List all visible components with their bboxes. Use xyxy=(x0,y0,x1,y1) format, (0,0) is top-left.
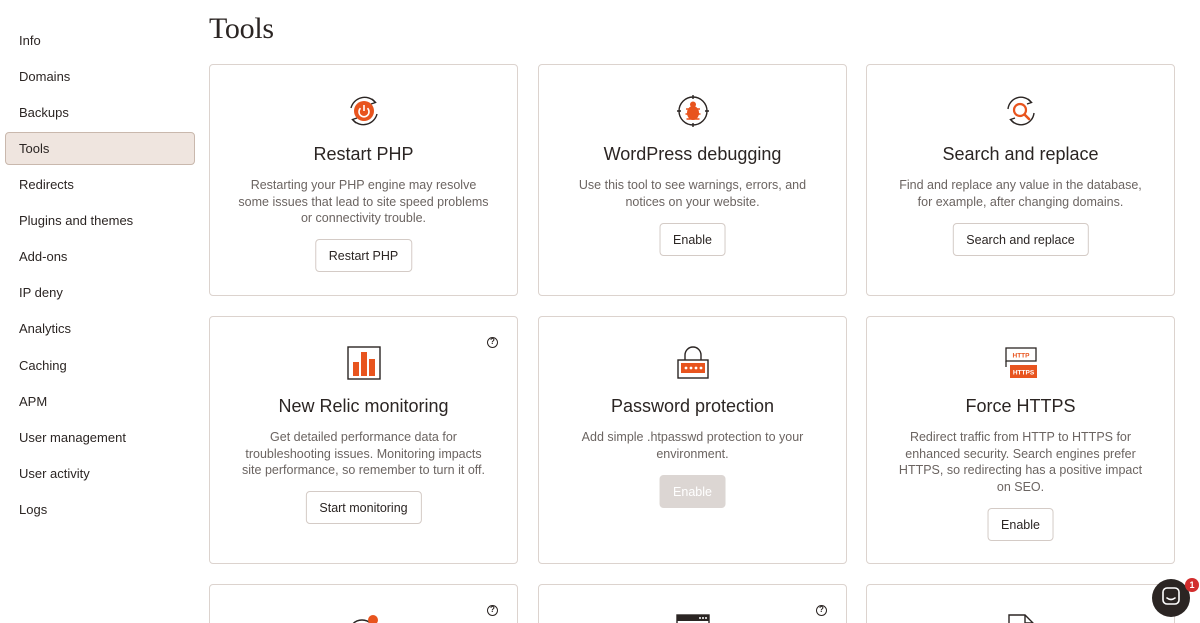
search-replace-icon xyxy=(1003,93,1039,129)
browser-window-icon xyxy=(675,613,711,623)
card-wordpress-debugging: WordPress debugging Use this tool to see… xyxy=(538,64,847,296)
card-restart-php: Restart PHP Restarting your PHP engine m… xyxy=(209,64,518,296)
card-title: Force HTTPS xyxy=(965,396,1076,416)
card-bottom-middle: ? xyxy=(538,584,847,623)
card-title: Password protection xyxy=(610,396,775,416)
enable-force-https-button[interactable]: Enable xyxy=(987,508,1054,541)
sidebar-item-label: Logs xyxy=(19,501,48,517)
sidebar-item-analytics[interactable]: Analytics xyxy=(5,312,195,344)
sidebar-item-label: APM xyxy=(19,393,48,409)
sidebar-item-domains[interactable]: Domains xyxy=(5,60,195,92)
card-title: Restart PHP xyxy=(313,144,414,164)
lock-icon xyxy=(675,345,711,381)
card-password-protection: Password protection Add simple .htpasswd… xyxy=(538,316,847,564)
sidebar-item-label: Domains xyxy=(19,68,71,84)
card-title: Search and replace xyxy=(942,144,1099,164)
notification-badge: 1 xyxy=(1185,578,1199,592)
card-force-https: HTTP HTTPS Force HTTPS Redirect traffic … xyxy=(866,316,1175,564)
sidebar-nav: Info Domains Backups Tools Redirects Plu… xyxy=(0,0,200,623)
card-description: Get detailed performance data for troubl… xyxy=(242,430,485,477)
restart-power-icon xyxy=(346,93,382,129)
sidebar-item-add-ons[interactable]: Add-ons xyxy=(5,240,195,272)
sidebar-item-redirects[interactable]: Redirects xyxy=(5,168,195,200)
card-new-relic-monitoring: ? New Relic monitoring Get detailed perf… xyxy=(209,316,518,564)
help-icon[interactable]: ? xyxy=(487,605,498,616)
chat-icon xyxy=(1161,586,1181,611)
card-title: WordPress debugging xyxy=(603,144,782,164)
sidebar-item-ip-deny[interactable]: IP deny xyxy=(5,276,195,308)
sidebar-item-label: User activity xyxy=(19,465,90,481)
https-label: HTTPS xyxy=(1012,370,1034,377)
help-icon[interactable]: ? xyxy=(816,605,827,616)
card-description: Find and replace any value in the databa… xyxy=(899,178,1142,209)
sidebar-item-info[interactable]: Info xyxy=(5,24,195,56)
card-description: Use this tool to see warnings, errors, a… xyxy=(578,178,807,209)
card-bottom-right xyxy=(866,584,1175,623)
globe-badge-icon xyxy=(346,613,382,623)
sidebar-item-label: Tools xyxy=(19,141,50,156)
sidebar-item-label: Add-ons xyxy=(19,248,68,264)
start-monitoring-button[interactable]: Start monitoring xyxy=(305,491,422,524)
http-label: HTTP xyxy=(1012,353,1030,360)
bug-icon xyxy=(675,93,711,129)
sidebar-item-label: Backups xyxy=(19,104,69,120)
page-title: Tools xyxy=(209,12,274,45)
card-bottom-left: ? xyxy=(209,584,518,623)
sidebar-item-plugins-and-themes[interactable]: Plugins and themes xyxy=(5,204,195,236)
card-description: Add simple .htpasswd protection to your … xyxy=(581,430,804,461)
card-description: Redirect traffic from HTTP to HTTPS for … xyxy=(898,430,1143,494)
sidebar-item-label: User management xyxy=(19,429,126,445)
sidebar-item-label: Analytics xyxy=(19,320,72,336)
sidebar-item-label: IP deny xyxy=(19,284,63,300)
bar-chart-icon xyxy=(346,345,382,381)
enable-password-protection-button[interactable]: Enable xyxy=(659,475,726,508)
search-and-replace-button[interactable]: Search and replace xyxy=(952,223,1089,256)
card-description: Restarting your PHP engine may resolve s… xyxy=(238,178,489,225)
sidebar-item-apm[interactable]: APM xyxy=(5,385,195,417)
sidebar-item-user-activity[interactable]: User activity xyxy=(5,457,195,489)
http-https-icon: HTTP HTTPS xyxy=(1003,345,1039,381)
sidebar-item-backups[interactable]: Backups xyxy=(5,96,195,128)
help-icon[interactable]: ? xyxy=(487,337,498,348)
sidebar-item-tools[interactable]: Tools xyxy=(5,132,195,165)
sidebar-item-logs[interactable]: Logs xyxy=(5,493,195,525)
restart-php-button[interactable]: Restart PHP xyxy=(314,239,413,272)
sidebar-item-label: Info xyxy=(19,32,41,48)
sidebar-item-caching[interactable]: Caching xyxy=(5,349,195,381)
document-icon xyxy=(1003,613,1039,623)
sidebar-item-label: Redirects xyxy=(19,176,74,192)
sidebar-item-label: Caching xyxy=(19,357,67,373)
sidebar-item-user-management[interactable]: User management xyxy=(5,421,195,453)
enable-debugging-button[interactable]: Enable xyxy=(659,223,726,256)
sidebar-item-label: Plugins and themes xyxy=(19,212,134,228)
card-title: New Relic monitoring xyxy=(278,396,449,416)
card-search-and-replace: Search and replace Find and replace any … xyxy=(866,64,1175,296)
